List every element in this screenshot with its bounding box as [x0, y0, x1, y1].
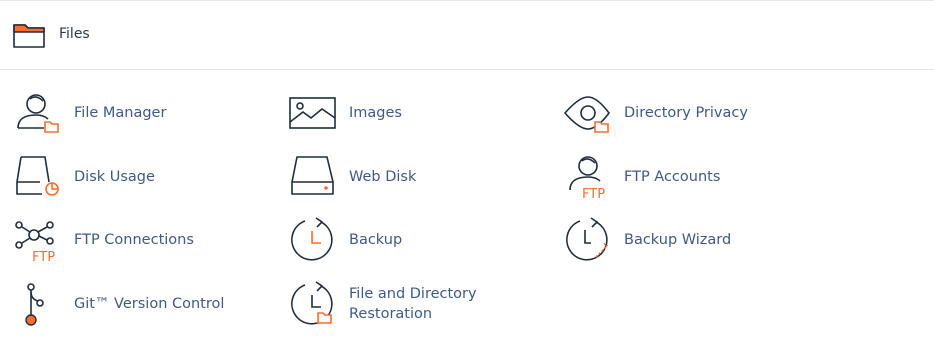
item-label: Web Disk: [349, 169, 417, 185]
web-disk-icon: [291, 156, 334, 195]
git-icon: [25, 283, 44, 326]
item-label: FTP Connections: [74, 232, 194, 248]
file-restoration-icon: [291, 281, 333, 325]
item-label: Disk Usage: [74, 169, 155, 185]
git-version-control-link[interactable]: Git™ Version Control: [14, 279, 274, 329]
images-link[interactable]: Images: [289, 88, 549, 138]
item-label: File Manager: [74, 105, 167, 121]
ftp-accounts-icon: FTP: [569, 156, 605, 202]
directory-privacy-icon: [563, 96, 611, 133]
item-label: FTP Accounts: [624, 169, 721, 185]
ftp-badge-text: FTP: [582, 187, 605, 202]
item-label: Backup Wizard: [624, 232, 732, 248]
ftp-connections-icon: FTP: [15, 221, 55, 265]
files-panel: Files File Manager Images Directory Priv…: [0, 0, 934, 347]
disk-usage-icon: [16, 156, 59, 196]
item-label: File and Directory Restoration: [349, 286, 477, 322]
folder-icon: [13, 24, 45, 48]
directory-privacy-link[interactable]: Directory Privacy: [563, 88, 824, 138]
ftp-badge-text: FTP: [32, 250, 55, 265]
item-label: Directory Privacy: [624, 105, 748, 121]
section-header[interactable]: Files: [0, 1, 934, 70]
backup-link[interactable]: Backup: [289, 215, 549, 265]
file-manager-icon: [17, 94, 59, 133]
item-label: Git™ Version Control: [74, 296, 225, 312]
item-label: Images: [349, 105, 402, 121]
ftp-accounts-link[interactable]: FTP FTP Accounts: [564, 152, 824, 202]
backup-wizard-icon: [566, 217, 609, 261]
item-label: Backup: [349, 232, 403, 248]
backup-icon: [291, 217, 333, 261]
images-icon: [289, 97, 336, 129]
ftp-connections-link[interactable]: FTP FTP Connections: [14, 215, 274, 265]
file-directory-restoration-link[interactable]: File and Directory Restoration: [289, 279, 549, 329]
section-title: Files: [59, 26, 90, 42]
file-manager-link[interactable]: File Manager: [14, 88, 274, 138]
web-disk-link[interactable]: Web Disk: [289, 152, 549, 202]
disk-usage-link[interactable]: Disk Usage: [14, 152, 274, 202]
backup-wizard-link[interactable]: Backup Wizard: [564, 215, 824, 265]
